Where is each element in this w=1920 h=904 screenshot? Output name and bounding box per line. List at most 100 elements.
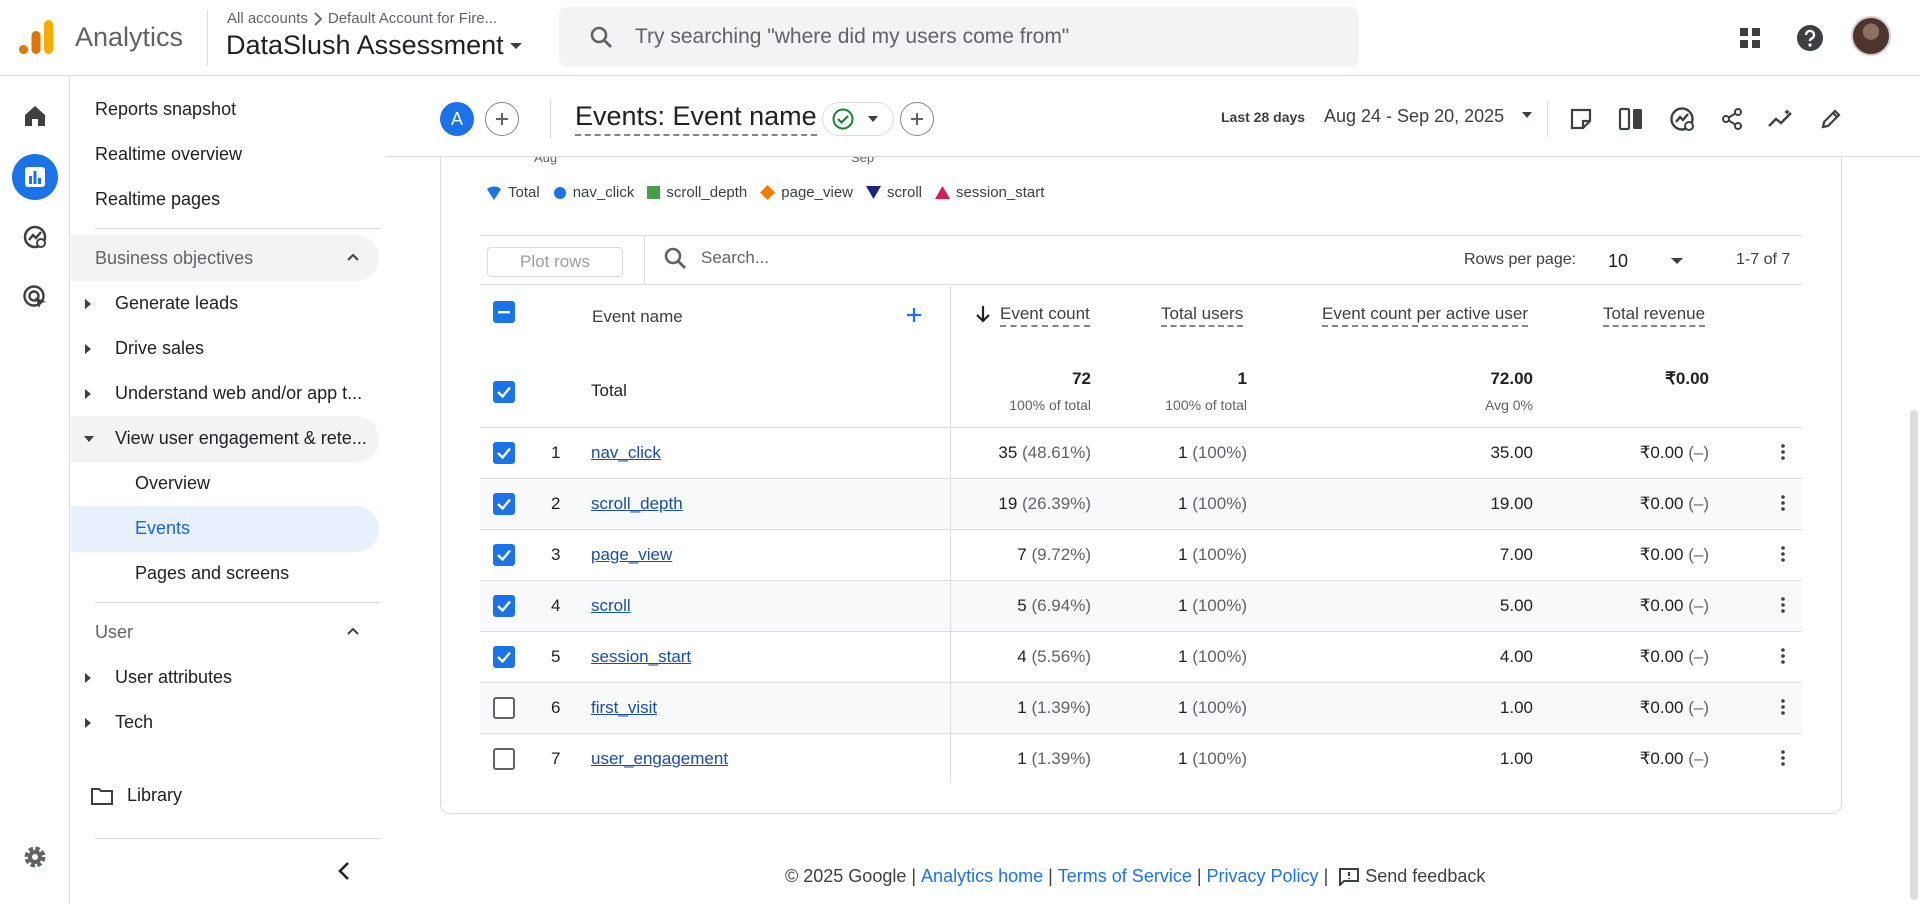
- nav-reports-snapshot[interactable]: Reports snapshot: [95, 99, 236, 120]
- nav-understand-traffic[interactable]: Understand web and/or app t...: [71, 371, 379, 417]
- row-checkbox[interactable]: [493, 646, 515, 668]
- column-header-event-name[interactable]: Event name: [592, 307, 683, 327]
- table-row[interactable]: 3 page_view 7 (9.72%) 1 (100%) 7.00 ₹0.00 (–): [480, 529, 1802, 580]
- row-more-options-icon[interactable]: [1781, 597, 1785, 613]
- add-comparison-button[interactable]: [485, 102, 519, 136]
- trend-insights-icon[interactable]: [1763, 101, 1799, 137]
- explore-icon[interactable]: [12, 214, 58, 260]
- event-name-link[interactable]: nav_click: [591, 443, 661, 463]
- table-row[interactable]: 4 scroll 5 (6.94%) 1 (100%) 5.00 ₹0.00 (–): [480, 580, 1802, 631]
- link-terms-of-service[interactable]: Terms of Service: [1058, 866, 1192, 887]
- legend-item-scroll[interactable]: scroll: [866, 184, 922, 201]
- report-title[interactable]: Events: Event name: [575, 101, 817, 136]
- nav-tech[interactable]: Tech: [71, 700, 379, 746]
- row-checkbox[interactable]: [493, 442, 515, 464]
- row-checkbox[interactable]: [493, 493, 515, 515]
- global-search[interactable]: [559, 7, 1359, 67]
- column-header-total-users[interactable]: Total users: [1161, 304, 1244, 327]
- edit-pencil-icon[interactable]: [1813, 101, 1849, 137]
- nav-events[interactable]: Events: [71, 506, 379, 552]
- nav-drive-sales[interactable]: Drive sales: [71, 326, 379, 372]
- legend-item-scroll-depth[interactable]: scroll_depth: [647, 184, 747, 201]
- legend-item-page-view[interactable]: page_view: [760, 184, 853, 201]
- add-filter-button[interactable]: [900, 102, 934, 136]
- table-search[interactable]: [663, 246, 1301, 270]
- home-icon[interactable]: [12, 93, 58, 139]
- column-header-event-count-per-active-user[interactable]: Event count per active user: [1322, 304, 1529, 327]
- legend-item-total[interactable]: Total: [486, 184, 540, 201]
- totals-checkbox[interactable]: [493, 381, 515, 403]
- breadcrumb[interactable]: All accounts Default Account for Fire...: [227, 10, 497, 27]
- row-checkbox[interactable]: [493, 748, 515, 770]
- row-more-options-icon[interactable]: [1781, 699, 1785, 715]
- row-more-options-icon[interactable]: [1781, 444, 1785, 460]
- sort-descending-icon[interactable]: [976, 305, 990, 323]
- table-row[interactable]: 6 first_visit 1 (1.39%) 1 (100%) 1.00 ₹0.00 (…: [480, 682, 1802, 733]
- nav-group-user[interactable]: User: [71, 609, 379, 655]
- nav-realtime-overview[interactable]: Realtime overview: [95, 144, 242, 165]
- comparison-chip[interactable]: A: [440, 102, 474, 136]
- reports-icon[interactable]: [12, 154, 58, 200]
- rows-per-page-select[interactable]: 10: [1606, 245, 1690, 277]
- table-row[interactable]: 7 user_engagement 1 (1.39%) 1 (100%) 1.00 ₹0.…: [480, 733, 1802, 784]
- nav-user-attributes[interactable]: User attributes: [71, 655, 379, 701]
- nav-realtime-pages[interactable]: Realtime pages: [95, 189, 220, 210]
- advertising-icon[interactable]: [12, 274, 58, 320]
- row-more-options-icon[interactable]: [1781, 495, 1785, 511]
- breadcrumb-account[interactable]: Default Account for Fire...: [328, 10, 497, 27]
- annotation-icon[interactable]: [1563, 101, 1599, 137]
- nav-group-business-objectives[interactable]: Business objectives: [71, 235, 379, 281]
- chevron-up-icon[interactable]: [345, 249, 361, 265]
- table-row[interactable]: 1 nav_click 35 (48.61%) 1 (100%) 35.00 ₹0.00 …: [480, 427, 1802, 478]
- nav-pages-and-screens[interactable]: Pages and screens: [71, 551, 379, 597]
- row-checkbox[interactable]: [493, 697, 515, 719]
- page-scrollbar[interactable]: [1910, 410, 1918, 900]
- nav-library[interactable]: Library: [91, 785, 182, 806]
- date-range-dropdown-icon[interactable]: [1521, 111, 1533, 119]
- brand-name[interactable]: Analytics: [75, 22, 183, 53]
- legend-item-session-start[interactable]: session_start: [935, 184, 1044, 201]
- report-status-menu[interactable]: [822, 102, 894, 136]
- share-icon[interactable]: [1714, 101, 1750, 137]
- link-analytics-home[interactable]: Analytics home: [921, 866, 1043, 887]
- row-more-options-icon[interactable]: [1781, 648, 1785, 664]
- row-checkbox[interactable]: [493, 544, 515, 566]
- settings-icon[interactable]: [12, 834, 58, 880]
- select-all-checkbox[interactable]: [493, 301, 515, 323]
- account-avatar[interactable]: [1851, 16, 1891, 56]
- legend-item-nav-click[interactable]: nav_click: [553, 184, 634, 201]
- event-name-link[interactable]: scroll: [591, 596, 631, 616]
- nav-generate-leads[interactable]: Generate leads: [71, 281, 379, 327]
- event-name-link[interactable]: first_visit: [591, 698, 657, 718]
- column-header-total-revenue[interactable]: Total revenue: [1603, 304, 1706, 327]
- global-search-input[interactable]: [635, 25, 1335, 49]
- chevron-up-icon[interactable]: [345, 623, 361, 639]
- plot-rows-button[interactable]: Plot rows: [487, 247, 623, 277]
- row-more-options-icon[interactable]: [1781, 750, 1785, 766]
- insights-icon[interactable]: [1664, 101, 1700, 137]
- help-icon[interactable]: [1790, 18, 1830, 58]
- column-header-event-count[interactable]: Event count: [1000, 304, 1090, 327]
- event-name-link[interactable]: page_view: [591, 545, 672, 565]
- row-more-options-icon[interactable]: [1781, 546, 1785, 562]
- send-feedback-button[interactable]: Send feedback: [1333, 866, 1485, 887]
- analytics-logo-icon[interactable]: [18, 18, 54, 56]
- breadcrumb-all-accounts[interactable]: All accounts: [227, 10, 308, 27]
- link-privacy-policy[interactable]: Privacy Policy: [1207, 866, 1319, 887]
- property-name[interactable]: DataSlush Assessment: [226, 30, 504, 61]
- apps-grid-icon[interactable]: [1730, 18, 1770, 58]
- event-name-link[interactable]: scroll_depth: [591, 494, 683, 514]
- table-row[interactable]: 2 scroll_depth 19 (26.39%) 1 (100%) 19.00 ₹0.…: [480, 478, 1802, 529]
- date-range[interactable]: Aug 24 - Sep 20, 2025: [1324, 106, 1504, 127]
- add-dimension-icon[interactable]: [906, 307, 922, 323]
- date-preset-label[interactable]: Last 28 days: [1221, 109, 1305, 125]
- nav-user-engagement[interactable]: View user engagement & rete...: [71, 416, 379, 462]
- event-name-link[interactable]: session_start: [591, 647, 691, 667]
- table-row[interactable]: 5 session_start 4 (5.56%) 1 (100%) 4.00 ₹0.00…: [480, 631, 1802, 682]
- compare-icon[interactable]: [1613, 101, 1649, 137]
- collapse-sidebar-icon[interactable]: [337, 861, 351, 881]
- nav-overview[interactable]: Overview: [71, 461, 379, 507]
- row-checkbox[interactable]: [493, 595, 515, 617]
- table-search-input[interactable]: [701, 248, 1301, 268]
- event-name-link[interactable]: user_engagement: [591, 749, 728, 769]
